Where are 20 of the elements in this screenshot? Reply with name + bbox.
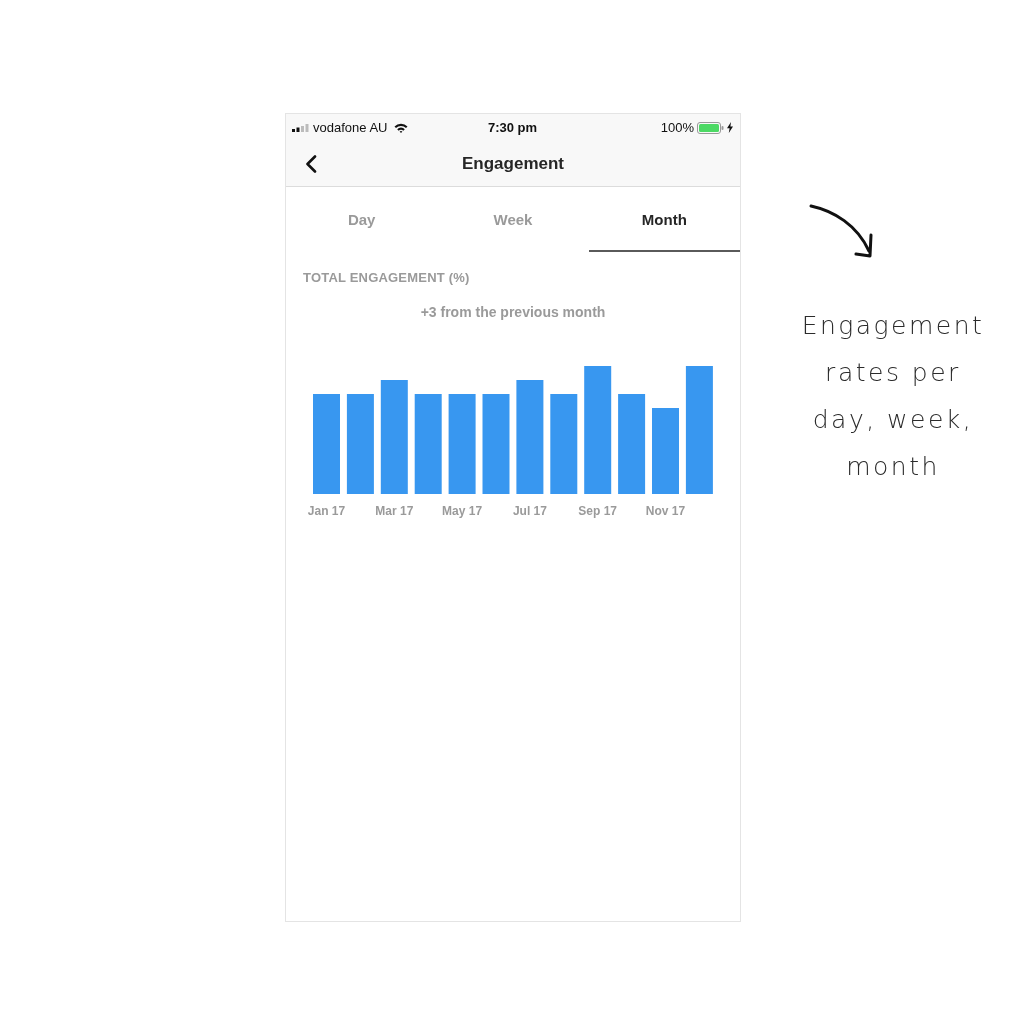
x-axis-label: Nov 17 <box>645 504 686 518</box>
charging-bolt-icon <box>727 122 733 133</box>
carrier-name: vodafone AU <box>313 120 388 135</box>
back-button[interactable] <box>303 153 319 174</box>
x-axis-label: Jul 17 <box>512 504 547 518</box>
x-axis-label: Sep 17 <box>578 504 618 518</box>
chevron-left-icon <box>305 154 317 173</box>
section-title: TOTAL ENGAGEMENT (%) <box>303 270 471 285</box>
screen-title: Engagement <box>461 153 565 174</box>
x-axis-label: Jan 17 <box>307 504 346 518</box>
annotation-text: Engagement rates per day, week, month <box>800 310 986 483</box>
battery-icon <box>697 121 724 134</box>
curved-arrow <box>809 203 875 259</box>
battery-percent: 100% <box>660 120 694 135</box>
clock-time: 7:30 pm <box>487 120 538 135</box>
x-axis-label: May 17 <box>442 504 483 518</box>
change-summary: +3 from the previous month <box>420 304 606 320</box>
signal-icon <box>292 123 309 132</box>
x-axis-label: Mar 17 <box>375 504 414 518</box>
wifi-icon <box>394 122 409 133</box>
